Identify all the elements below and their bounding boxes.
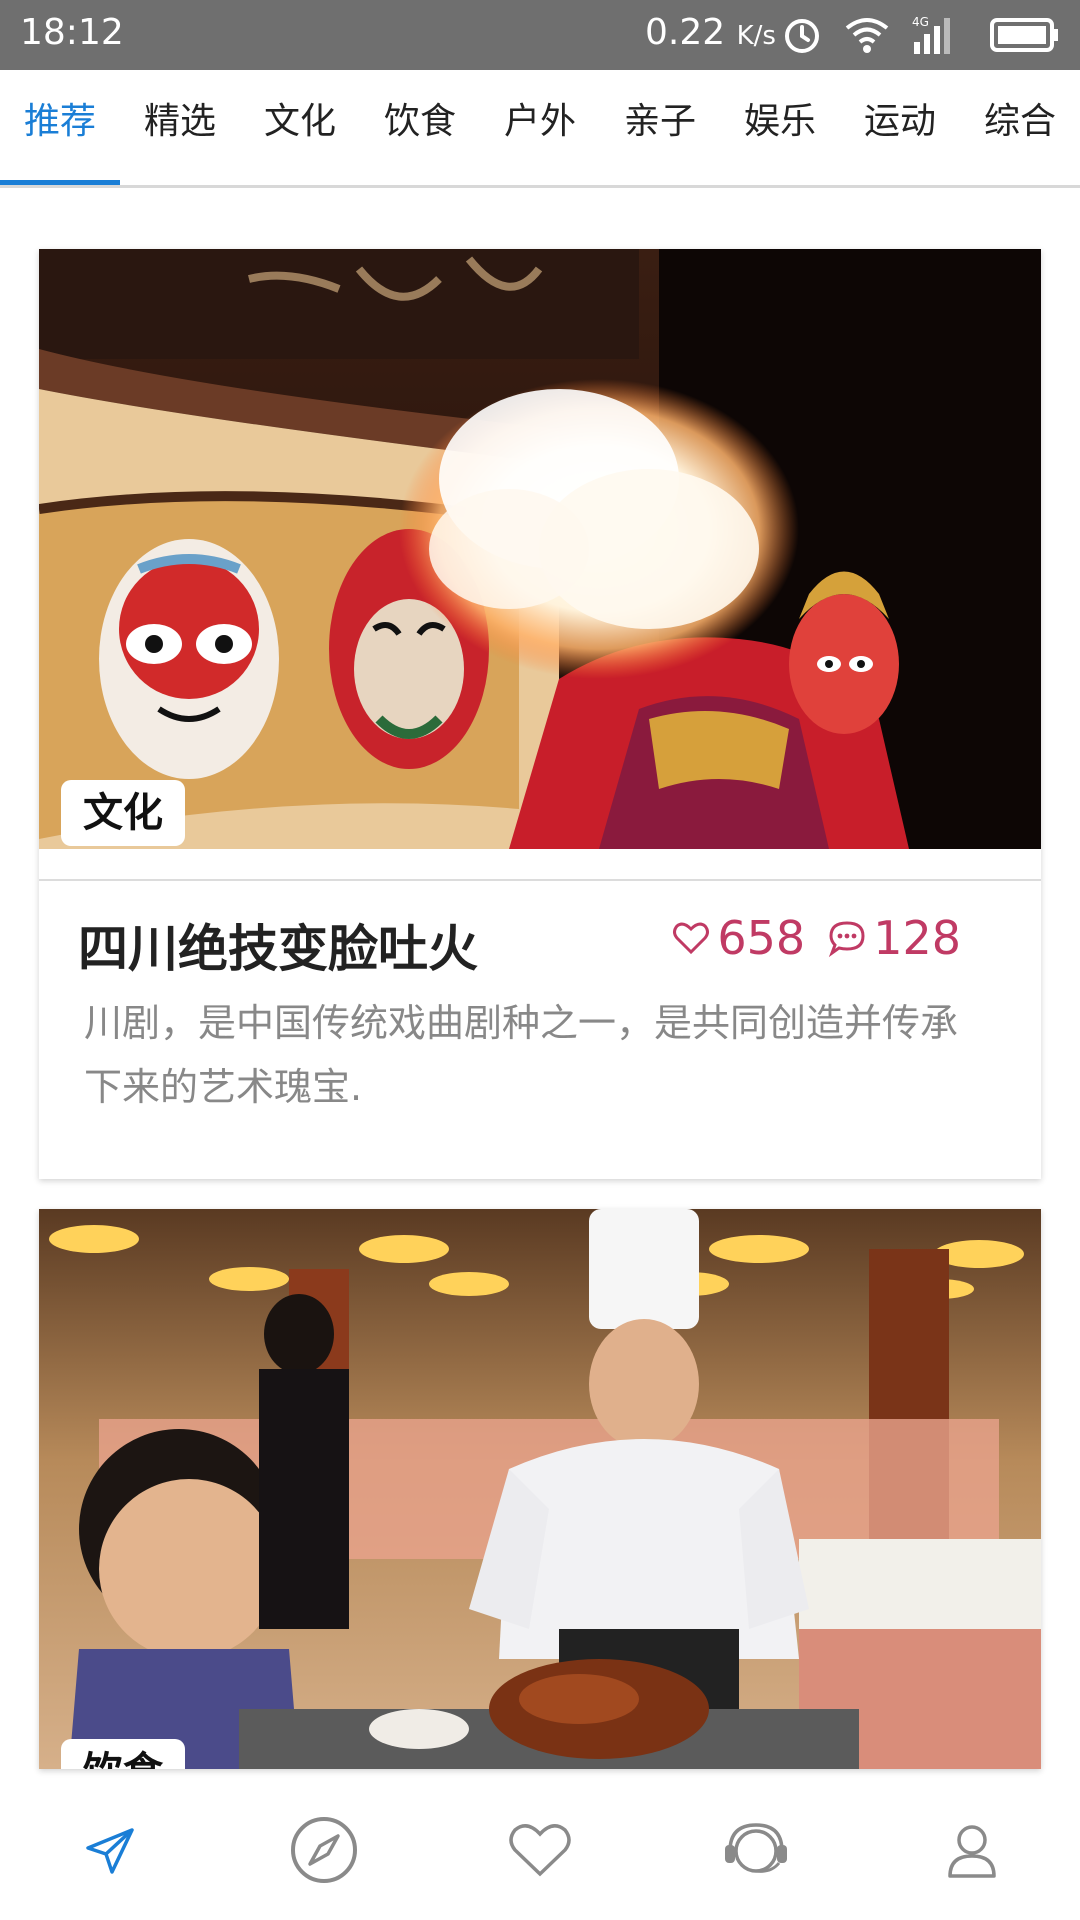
category-tag: 饮食 <box>61 1739 185 1769</box>
status-time: 18:12 <box>20 12 124 53</box>
signal-4g-icon: 4G <box>912 15 950 54</box>
send-icon <box>86 1828 134 1874</box>
category-tag: 文化 <box>61 780 185 846</box>
network-speed-value: 0.22 <box>645 12 726 53</box>
nav-discover[interactable] <box>284 1810 364 1890</box>
heart-outline-icon[interactable] <box>671 918 711 958</box>
network-speed-unit: K/s <box>736 21 776 51</box>
heart-icon <box>509 1824 571 1877</box>
card-image-face-changing[interactable] <box>39 249 1041 849</box>
tab-outdoor[interactable]: 户外 <box>480 70 600 185</box>
card-stats: 658 128 <box>671 911 961 965</box>
svg-text:4G: 4G <box>912 15 929 29</box>
card-title: 四川绝技变脸吐火 <box>78 920 478 978</box>
category-tabs: 推荐 精选 文化 饮食 户外 亲子 娱乐 运动 综合 <box>0 70 1080 188</box>
card-image-roast-duck[interactable] <box>39 1209 1041 1769</box>
tab-culture[interactable]: 文化 <box>240 70 360 185</box>
alarm-icon <box>785 19 819 53</box>
tab-food[interactable]: 饮食 <box>360 70 480 185</box>
card-divider <box>39 879 1041 881</box>
nav-service[interactable] <box>716 1810 796 1890</box>
nav-favorites[interactable] <box>500 1810 580 1890</box>
feed-card[interactable]: 饮食 <box>39 1209 1041 1769</box>
tab-sports[interactable]: 运动 <box>840 70 960 185</box>
compass-icon <box>291 1817 357 1883</box>
tab-active-indicator <box>0 180 120 185</box>
nav-send[interactable] <box>70 1810 150 1890</box>
tab-family[interactable]: 亲子 <box>600 70 720 185</box>
comment-icon[interactable] <box>827 918 867 958</box>
wifi-icon <box>845 18 889 53</box>
tab-general[interactable]: 综合 <box>960 70 1080 185</box>
headset-icon <box>725 1823 787 1873</box>
bottom-navigation <box>0 1780 1080 1920</box>
tab-entertainment[interactable]: 娱乐 <box>720 70 840 185</box>
likes-count: 658 <box>717 911 806 965</box>
comments-count: 128 <box>873 911 961 965</box>
card-description: 川剧，是中国传统戏曲剧种之一，是共同创造并传承下来的艺术瑰宝. <box>84 1001 959 1109</box>
tab-featured[interactable]: 精选 <box>120 70 240 185</box>
user-icon <box>948 1825 996 1878</box>
tab-recommended[interactable]: 推荐 <box>0 70 120 185</box>
feed-card[interactable]: 文化 四川绝技变脸吐火 658 128 川剧，是中国传统戏曲剧种之一，是共同创造… <box>39 249 1041 1179</box>
network-speed: 0.22 K/s <box>645 12 776 53</box>
status-bar: 18:12 0.22 K/s 4G <box>0 0 1080 70</box>
battery-icon <box>990 18 1058 52</box>
nav-profile[interactable] <box>932 1810 1012 1890</box>
